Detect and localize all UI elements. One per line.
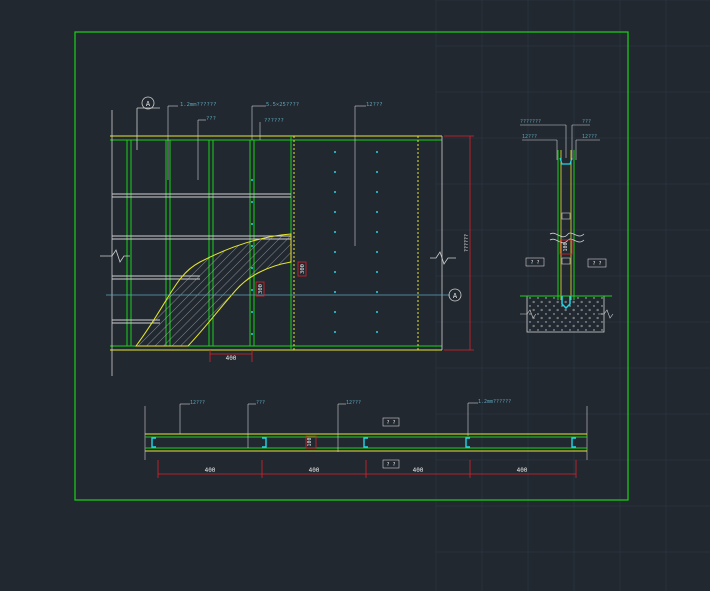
screw-dot — [376, 331, 378, 333]
section-label-c: ??? — [582, 119, 591, 125]
screw-dot — [251, 179, 253, 181]
break-right — [430, 251, 456, 265]
plan-label-board-mid: 12??? — [346, 400, 361, 406]
screw-dot — [334, 311, 336, 313]
screw-dot — [334, 191, 336, 193]
section-label-a: ??????? — [520, 119, 541, 125]
label-board: 1.2mm?????? — [180, 102, 216, 108]
plan-label-board-left: 12??? — [190, 400, 205, 406]
dim-vertical-300: 300 — [300, 264, 306, 274]
screw-dot — [334, 271, 336, 273]
screw-dot — [251, 333, 253, 335]
screw-dot — [251, 311, 253, 313]
label-screw: ??? — [206, 116, 216, 122]
screw-dot — [376, 311, 378, 313]
screw-dot — [334, 171, 336, 173]
screw-dot — [251, 289, 253, 291]
callout-top-text: A — [146, 100, 151, 108]
screw-dot — [334, 211, 336, 213]
screw-dot — [334, 151, 336, 153]
label-keel: ?????? — [264, 118, 284, 124]
plan-label-stud: ??? — [256, 400, 265, 406]
section-label-d: 12??? — [582, 134, 597, 140]
section-label-b: 12??? — [522, 134, 537, 140]
screw-dot — [334, 291, 336, 293]
screw-dot — [251, 245, 253, 247]
screw-dot — [376, 191, 378, 193]
screw-dot — [334, 331, 336, 333]
floor-slab — [526, 295, 605, 333]
dim-bottom-400: 400 — [226, 355, 237, 362]
label-self-tap: 5.5×25???? — [266, 102, 299, 108]
label-panel: 12??? — [366, 102, 383, 108]
plan-studs — [151, 437, 576, 448]
plan-tag-top: ? ? — [386, 420, 395, 426]
screw-dot — [376, 251, 378, 253]
screw-dot — [376, 211, 378, 213]
screw-dot — [376, 151, 378, 153]
wall-plan: 100 12??? ??? 12??? 1.2mm?????? ? ? ? ? … — [144, 399, 588, 478]
wall-elevation — [100, 110, 456, 376]
screw-dot — [376, 271, 378, 273]
screw-dot — [251, 267, 253, 269]
screw-dot — [251, 201, 253, 203]
screw-dot — [376, 291, 378, 293]
screw-dot — [334, 231, 336, 233]
section-tag-left: ? ? — [530, 260, 539, 266]
dim-height: ?????? — [464, 234, 470, 252]
screw-dot — [251, 223, 253, 225]
section-break — [549, 232, 585, 238]
plan-dim-1: 400 — [205, 467, 216, 474]
plan-tag-bottom: ? ? — [386, 462, 395, 468]
side-section: 100 ? ? ? ? ??????? 12??? ??? 12??? — [520, 119, 614, 333]
plan-dim-thickness: 100 — [307, 437, 313, 446]
screw-dot — [376, 171, 378, 173]
section-tag-right: ? ? — [592, 261, 601, 267]
plan-dim-4: 400 — [517, 467, 528, 474]
screw-dot — [334, 251, 336, 253]
screw-dot — [376, 231, 378, 233]
break-left — [100, 249, 130, 263]
cad-drawing-canvas[interactable]: A 1.2mm?????? ??? 5.5×25???? ?????? 12??… — [0, 0, 710, 591]
plan-label-steel: 1.2mm?????? — [478, 399, 511, 405]
dim-horizontal-300: 300 — [258, 284, 264, 294]
drawing-frame — [74, 31, 629, 501]
section-dim-100: 100 — [563, 242, 569, 251]
plan-dim-3: 400 — [413, 467, 424, 474]
callout-right-text: A — [453, 292, 458, 300]
plan-dim-2: 400 — [309, 467, 320, 474]
